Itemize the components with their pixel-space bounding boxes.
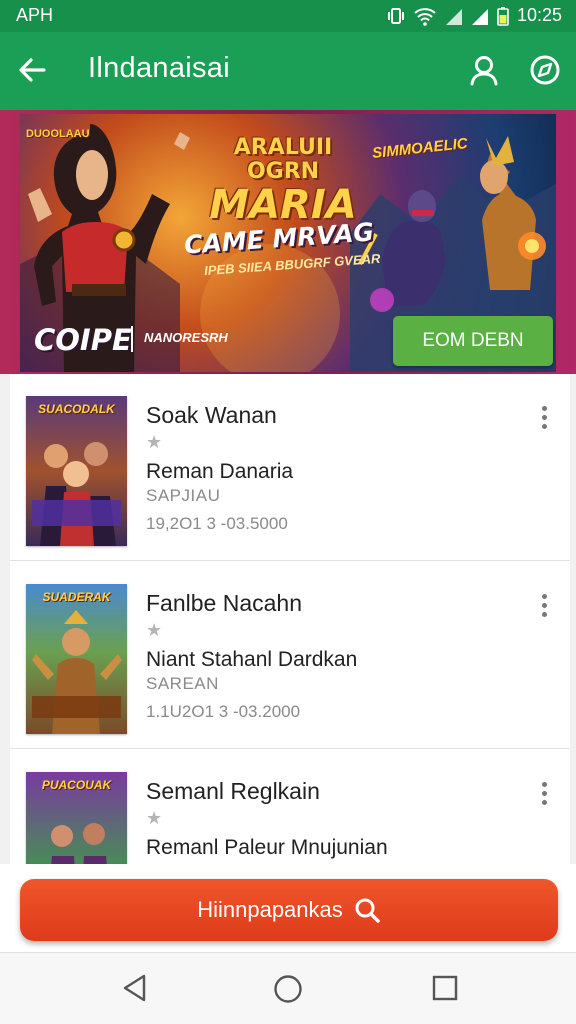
game-title: Fanlbe Nacahn bbox=[146, 590, 302, 616]
game-title: Semanl Reglkain bbox=[146, 778, 320, 804]
banner-publisher: NANORESRH bbox=[144, 330, 228, 345]
game-cover: SUACODALK bbox=[26, 396, 127, 546]
signal-icon bbox=[445, 8, 462, 25]
game-cover: SUADERAK bbox=[26, 584, 127, 734]
wifi-icon bbox=[414, 7, 436, 26]
game-list: SUACODALK Soak Wanan ★ Reman Danaria SAP… bbox=[10, 374, 570, 864]
app-bar: Ilndanaisai bbox=[0, 32, 576, 110]
star-icon[interactable]: ★ bbox=[146, 620, 162, 641]
carrier-label: APH bbox=[16, 5, 54, 25]
cover-title: SUACODALK bbox=[38, 402, 115, 416]
nav-back-icon[interactable] bbox=[120, 973, 150, 1003]
battery-icon bbox=[497, 6, 509, 26]
banner-backdrop: DUOOLAAU ARALUII OGRN MARIA CAME MRVAG I… bbox=[0, 110, 576, 374]
cover-art bbox=[32, 442, 121, 546]
game-subtitle: Reman Danaria bbox=[146, 460, 294, 483]
search-button[interactable]: Hiinnpapankas bbox=[20, 879, 558, 941]
back-arrow-icon[interactable] bbox=[14, 52, 50, 88]
star-icon[interactable]: ★ bbox=[146, 432, 162, 453]
banner-divider bbox=[131, 326, 133, 352]
more-options-icon[interactable] bbox=[536, 406, 552, 434]
nav-recents-icon[interactable] bbox=[432, 975, 458, 1001]
vibrate-icon bbox=[387, 7, 404, 24]
game-meta: 1.1U2O1 3 -03.2000 bbox=[146, 702, 301, 721]
game-tag: SAREAN bbox=[146, 674, 219, 693]
more-options-icon[interactable] bbox=[536, 782, 552, 810]
bottom-action-area: Hiinnpapankas bbox=[0, 864, 576, 952]
nav-home-icon[interactable] bbox=[272, 973, 304, 1005]
list-item[interactable]: PUACOUAK Semanl Reglkain ★ Remanl Paleur… bbox=[10, 750, 570, 864]
clock: 10:25 bbox=[516, 5, 562, 25]
status-icons: 10:25 bbox=[387, 5, 562, 26]
compass-icon[interactable] bbox=[527, 52, 563, 88]
list-item[interactable]: SUADERAK Fanlbe Nacahn ★ Niant Stahanl D… bbox=[10, 562, 570, 749]
search-icon bbox=[355, 898, 380, 923]
status-bar: APH 10:25 bbox=[0, 0, 576, 32]
cover-title: SUADERAK bbox=[42, 590, 111, 604]
promo-banner[interactable]: DUOOLAAU ARALUII OGRN MARIA CAME MRVAG I… bbox=[20, 114, 556, 372]
game-tag: SAPJIAU bbox=[146, 486, 221, 505]
banner-cta-button[interactable]: EOM DEBN bbox=[393, 316, 553, 366]
page-title: Ilndanaisai bbox=[88, 52, 230, 84]
game-cover: PUACOUAK bbox=[26, 772, 127, 864]
signal-4g-icon bbox=[471, 8, 488, 25]
banner-brand-logo: COIPE bbox=[34, 323, 132, 357]
search-button-label: Hiinnpapankas bbox=[197, 897, 343, 922]
game-title: Soak Wanan bbox=[146, 402, 277, 428]
game-subtitle: Niant Stahanl Dardkan bbox=[146, 648, 358, 671]
profile-icon[interactable] bbox=[466, 52, 502, 88]
banner-title-line1: ARALUII OGRN bbox=[233, 135, 333, 184]
list-item[interactable]: SUACODALK Soak Wanan ★ Reman Danaria SAP… bbox=[10, 374, 570, 561]
cover-title: PUACOUAK bbox=[41, 778, 112, 792]
cover-art bbox=[32, 610, 122, 734]
banner-title: ARALUII OGRN MARIA bbox=[198, 135, 368, 227]
game-meta: 19,2O1 3 -03.5000 bbox=[146, 514, 288, 533]
more-options-icon[interactable] bbox=[536, 594, 552, 622]
system-nav-bar bbox=[0, 952, 576, 1024]
banner-badge: DUOOLAAU bbox=[26, 128, 90, 140]
star-icon[interactable]: ★ bbox=[146, 808, 162, 829]
game-subtitle: Remanl Paleur Mnujunian bbox=[146, 836, 388, 859]
